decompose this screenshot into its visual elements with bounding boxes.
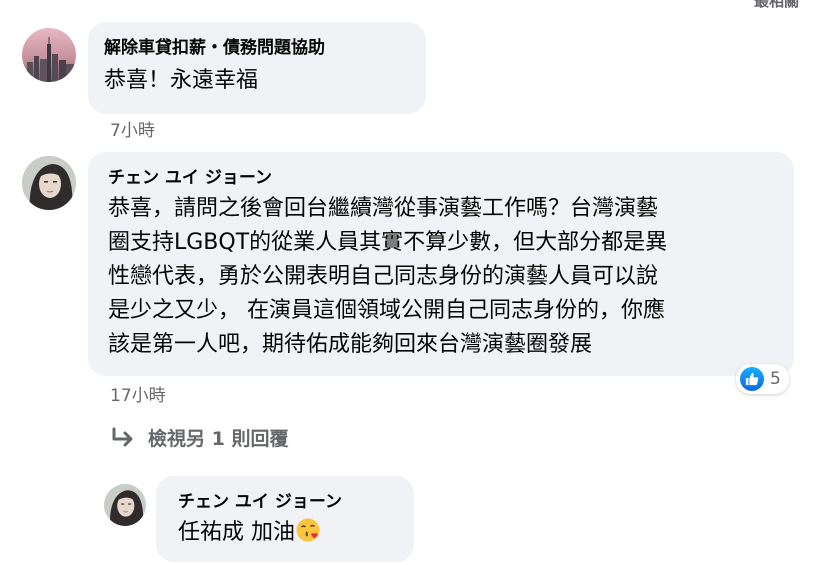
comment-bubble: チェン ユイ ジョーン 恭喜，請問之後會回台繼續灣從事演藝工作嗎？台灣演藝 圈支… (88, 152, 794, 376)
reaction-count: 5 (770, 369, 781, 389)
avatar[interactable] (104, 484, 146, 526)
comment-bubble: 解除車貸扣薪・債務問題協助 恭喜！永遠幸福 (88, 22, 426, 114)
comment-text-line: 性戀代表，勇於公開表明自己同志身份的演藝人員可以說 (108, 264, 659, 289)
comment-timestamp[interactable]: 7小時 (110, 121, 155, 141)
reply-text: 任祐成 加油 (178, 516, 398, 550)
reaction-summary[interactable]: 5 (736, 364, 789, 394)
comment-text-line: 圈支持LGBQT的從業人員其實不算少數，但大部分都是異 (108, 230, 668, 255)
woman-portrait-avatar-image (22, 156, 76, 210)
reply-text-content: 任祐成 加油 (178, 520, 295, 545)
view-more-replies-label: 檢視另 1 則回覆 (148, 428, 289, 450)
comment-text: 恭喜！永遠幸福 (104, 68, 259, 93)
view-more-replies-link[interactable]: 檢視另 1 則回覆 (110, 424, 288, 451)
reply-bubble: チェン ユイ ジョーン 任祐成 加油 (156, 476, 414, 562)
comment-text-line: 恭喜，請問之後會回台繼續灣從事演藝工作嗎？台灣演藝 (108, 196, 659, 221)
comment-author[interactable]: チェン ユイ ジョーン (108, 166, 778, 190)
reply-author[interactable]: チェン ユイ ジョーン (178, 490, 398, 514)
avatar[interactable] (22, 156, 76, 210)
avatar[interactable] (22, 28, 76, 82)
sort-filter-label[interactable]: 最相關 (754, 0, 799, 11)
face-blowing-kiss-emoji (295, 517, 321, 543)
woman-portrait-avatar-image (104, 484, 146, 526)
reply-arrow-icon (112, 427, 133, 446)
comment-text: 恭喜，請問之後會回台繼續灣從事演藝工作嗎？台灣演藝 圈支持LGBQT的從業人員其… (108, 192, 778, 362)
comment-text-line: 該是第一人吧，期待佑成能夠回來台灣演藝圈發展 (108, 332, 593, 357)
comment-text-line: 是少之又少， 在演員這個領域公開自己同志身份的，你應 (108, 298, 665, 323)
city-skyline-avatar-image (22, 28, 76, 82)
comment-timestamp[interactable]: 17小時 (110, 386, 166, 406)
comment-author[interactable]: 解除車貸扣薪・債務問題協助 (104, 36, 410, 60)
like-icon (740, 367, 764, 391)
